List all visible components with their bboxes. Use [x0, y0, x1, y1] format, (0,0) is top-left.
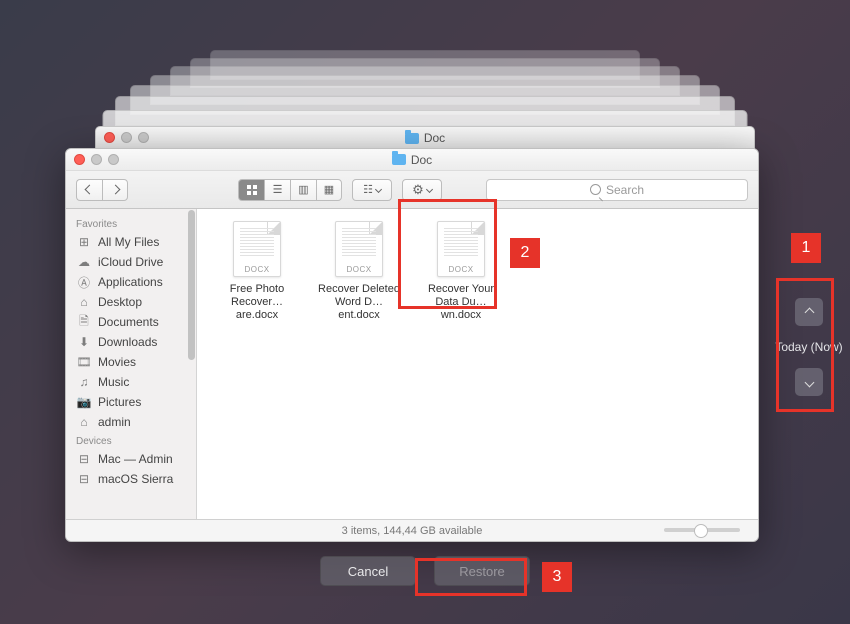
sidebar-item-label: Music — [98, 375, 129, 389]
downloads-icon: ⬇ — [76, 335, 92, 349]
sidebar-item-applications[interactable]: Ⓐ Applications — [66, 272, 196, 292]
gallery-view-button[interactable]: ▦ — [316, 179, 342, 201]
sidebar-item-mac-admin[interactable]: ⊟ Mac — Admin — [66, 449, 196, 469]
column-view-button[interactable]: ▥ — [290, 179, 316, 201]
sidebar-item-label: macOS Sierra — [98, 472, 173, 486]
pictures-icon: 📷 — [76, 395, 92, 409]
file-name-label: Recover Your Data Du…wn.docx — [417, 283, 505, 322]
back-window-title: Doc — [96, 131, 754, 145]
minimize-button — [91, 154, 102, 165]
sidebar-item-label: Mac — Admin — [98, 452, 173, 466]
toolbar: ☰ ▥ ▦ ☷ ⚙ Search — [66, 171, 758, 209]
movies-icon: 🎞 — [76, 355, 92, 369]
folder-icon — [392, 154, 406, 165]
view-mode-buttons: ☰ ▥ ▦ — [238, 179, 342, 201]
back-button[interactable] — [76, 179, 102, 201]
file-name-label: Free Photo Recover…are.docx — [213, 283, 301, 322]
status-bar: 3 items, 144,44 GB available — [66, 519, 758, 541]
cancel-button[interactable]: Cancel — [320, 556, 416, 586]
restore-button[interactable]: Restore — [434, 556, 530, 586]
arrange-button[interactable]: ☷ — [352, 179, 392, 201]
forward-button[interactable] — [102, 179, 128, 201]
all-my-files-icon: ⊞ — [76, 235, 92, 249]
bottom-buttons: Cancel Restore — [0, 556, 850, 586]
applications-icon: Ⓐ — [76, 275, 92, 289]
close-button[interactable] — [74, 154, 85, 165]
annotation-number-1: 1 — [791, 233, 821, 263]
sidebar-item-label: Pictures — [98, 395, 141, 409]
window-title-text: Doc — [411, 153, 432, 167]
music-icon: ♫ — [76, 375, 92, 389]
icon-view-button[interactable] — [238, 179, 264, 201]
sidebar-header: Devices — [66, 432, 196, 449]
window-title: Doc — [392, 153, 432, 167]
sidebar: Favorites ⊞ All My Files ☁ iCloud Drive Ⓐ Appl… — [66, 209, 197, 519]
docx-file-icon: DOCX — [437, 221, 485, 277]
list-view-button[interactable]: ☰ — [264, 179, 290, 201]
zoom-slider[interactable] — [664, 528, 740, 532]
sidebar-item-pictures[interactable]: 📷 Pictures — [66, 392, 196, 412]
sidebar-item-label: Documents — [98, 315, 159, 329]
sidebar-item-downloads[interactable]: ⬇ Downloads — [66, 332, 196, 352]
sidebar-item-all-my-files[interactable]: ⊞ All My Files — [66, 232, 196, 252]
timeline-up-button[interactable] — [795, 298, 823, 326]
sidebar-item-documents[interactable]: 🗎 Documents — [66, 312, 196, 332]
timeline-label: Today (Now) — [775, 340, 842, 354]
sidebar-item-label: Movies — [98, 355, 136, 369]
home-icon: ⌂ — [76, 415, 92, 429]
sidebar-item-label: admin — [98, 415, 131, 429]
action-button[interactable]: ⚙ — [402, 179, 442, 201]
file-area[interactable]: DOCX Free Photo Recover…are.docx DOCX Recov… — [197, 209, 758, 519]
documents-icon: 🗎 — [76, 315, 92, 329]
sidebar-item-label: Downloads — [98, 335, 157, 349]
sidebar-item-admin[interactable]: ⌂ admin — [66, 412, 196, 432]
annotation-number-3: 3 — [542, 562, 572, 592]
sidebar-item-music[interactable]: ♫ Music — [66, 372, 196, 392]
nav-buttons — [76, 179, 128, 201]
zoom-button — [108, 154, 119, 165]
finder-window: Doc ☰ ▥ ▦ ☷ ⚙ Search Favorites ⊞ All My Fi… — [65, 148, 759, 542]
sidebar-header: Favorites — [66, 215, 196, 232]
icloud-icon: ☁ — [76, 255, 92, 269]
annotation-number-2: 2 — [510, 238, 540, 268]
docx-file-icon: DOCX — [335, 221, 383, 277]
back-window-title-text: Doc — [424, 131, 445, 145]
desktop-icon: ⌂ — [76, 295, 92, 309]
file-name-label: Recover Deleted Word D…ent.docx — [315, 283, 403, 322]
sidebar-item-label: Applications — [98, 275, 163, 289]
timeline-down-button[interactable] — [795, 368, 823, 396]
titlebar[interactable]: Doc — [66, 149, 758, 171]
sidebar-item-icloud-drive[interactable]: ☁ iCloud Drive — [66, 252, 196, 272]
sidebar-item-desktop[interactable]: ⌂ Desktop — [66, 292, 196, 312]
sidebar-item-label: Desktop — [98, 295, 142, 309]
search-icon — [590, 184, 601, 195]
file-item[interactable]: DOCX Recover Deleted Word D…ent.docx — [315, 221, 403, 322]
search-input[interactable]: Search — [486, 179, 748, 201]
status-text: 3 items, 144,44 GB available — [342, 525, 483, 537]
file-ext-label: DOCX — [336, 265, 382, 274]
sidebar-item-macos-sierra[interactable]: ⊟ macOS Sierra — [66, 469, 196, 489]
file-item[interactable]: DOCX Free Photo Recover…are.docx — [213, 221, 301, 322]
sidebar-item-label: All My Files — [98, 235, 159, 249]
folder-icon — [405, 133, 419, 144]
scrollbar[interactable] — [188, 210, 195, 518]
docx-file-icon: DOCX — [233, 221, 281, 277]
background-finder-window: Doc — [95, 126, 755, 150]
file-ext-label: DOCX — [234, 265, 280, 274]
disk-icon: ⊟ — [76, 472, 92, 486]
timeline-nav: Today (Now) — [778, 298, 840, 396]
search-placeholder: Search — [606, 183, 644, 197]
file-item[interactable]: DOCX Recover Your Data Du…wn.docx — [417, 221, 505, 322]
sidebar-item-movies[interactable]: 🎞 Movies — [66, 352, 196, 372]
sidebar-item-label: iCloud Drive — [98, 255, 163, 269]
file-ext-label: DOCX — [438, 265, 484, 274]
disk-icon: ⊟ — [76, 452, 92, 466]
